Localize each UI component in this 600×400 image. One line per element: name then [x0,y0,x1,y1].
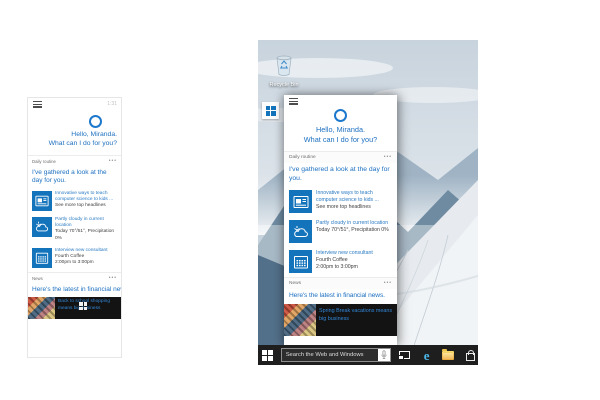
taskbar-search-input[interactable] [281,352,378,358]
card-title: Interview new consultant [316,250,373,257]
recycle-bin-shortcut[interactable]: Recycle Bin [264,54,304,88]
internet-explorer-button[interactable]: e [419,347,435,363]
news-intro-text: Here's the latest in financial news. [289,292,385,300]
news-section-header: News ••• [28,273,121,284]
weather-tile [289,220,312,244]
card-detail: See more top headlines [316,203,371,210]
desktop-screen: Recycle Bin Hello, Miranda. What can I d… [258,40,478,365]
card-detail: Today 70°/51°, Precipitation 0% [55,229,115,241]
news-story-item[interactable]: Spring Break vacations means big busines… [284,303,397,336]
greeting-line1: Hello, Miranda. [315,125,366,135]
daily-routine-header: Daily routine ••• [284,151,397,163]
windows-start-icon[interactable] [79,302,88,311]
daily-card-calendar[interactable]: Interview new consultant Fourth Coffee 2… [284,247,397,277]
microphone-button[interactable] [377,349,390,361]
internet-explorer-icon: e [423,347,430,363]
daily-card-news[interactable]: Innovative ways to teach computer scienc… [28,189,121,215]
folder-icon [442,348,455,360]
start-button[interactable] [258,345,278,365]
greeting-line1: Hello, Miranda. [71,131,117,139]
cortana-circle-icon[interactable] [334,109,347,123]
cortana-greeting: Hello, Miranda. What can I do for you? [284,122,397,151]
greeting-line2: What can I do for you? [303,134,378,144]
card-title: Innovative ways to teach computer scienc… [55,190,114,203]
cortana-circle-icon[interactable] [89,115,102,129]
news-section-header: News ••• [284,278,397,290]
daily-card-news[interactable]: Innovative ways to teach computer scienc… [284,187,397,217]
store-bag-icon [465,349,475,361]
newspaper-icon [293,195,308,208]
news-tile [32,190,52,211]
phone-panel-header: 1:31 [28,98,121,110]
card-title: Partly cloudy in current location [316,220,389,227]
more-options-icon[interactable]: ••• [384,154,392,159]
daily-card-weather[interactable]: Partly cloudy in current location Today … [28,215,121,246]
desktop-cortana-flyout: Hello, Miranda. What can I do for you? D… [284,95,397,345]
news-tile [289,190,312,214]
daily-intro-text: I've gathered a look at the day for you. [289,165,390,182]
cortana-greeting: Hello, Miranda. What can I do for you? [28,128,121,155]
calendar-icon [35,252,49,264]
news-story-item[interactable]: Back to school shopping means big busine… [28,297,121,320]
windows-start-icon [262,349,274,361]
card-detail: Today 70°/51°, Precipitation 0% [316,227,389,234]
flyout-header [284,95,397,107]
windows-app-shortcut[interactable] [262,102,279,119]
screenshot-canvas: 1:31 Hello, Miranda. What can I do for y… [0,0,600,400]
calendar-tile [289,250,312,274]
store-button[interactable] [462,347,478,363]
card-detail: Fourth Coffee [316,257,348,264]
news-intro-text: Here's the latest in financial news. [32,285,121,293]
card-detail: 2:00pm to 3:00pm [55,260,94,266]
daily-intro-text: I've gathered a look at the day for you. [32,168,107,184]
taskbar: e [258,345,478,365]
greeting-line2: What can I do for you? [48,139,117,147]
recycle-bin-label: Recycle Bin [269,82,299,88]
recycle-bin-icon [276,55,292,76]
task-view-icon [398,351,411,360]
daily-routine-label: Daily routine [289,154,316,160]
news-section-label: News [289,281,301,287]
daily-card-weather[interactable]: Partly cloudy in current location Today … [284,217,397,247]
card-detail: See more top headlines [55,203,106,209]
card-title: Partly cloudy in current location [55,216,104,229]
phone-clock: 1:31 [107,101,117,107]
more-options-icon[interactable]: ••• [109,158,117,163]
calendar-icon [293,255,308,269]
menu-icon[interactable] [33,101,42,109]
windows-logo-icon [265,105,276,116]
more-options-icon[interactable]: ••• [384,281,392,286]
partly-cloudy-icon [36,221,49,232]
file-explorer-button[interactable] [440,347,456,363]
news-section-label: News [32,275,43,281]
task-view-button[interactable] [397,347,413,363]
news-headline: Spring Break vacations means big busines… [319,307,393,322]
newspaper-icon [35,195,49,207]
news-thumbnail-image [284,303,316,336]
card-detail: 2:00pm to 3:00pm [316,263,358,270]
weather-tile [32,216,52,237]
calendar-tile [32,247,52,268]
partly-cloudy-icon [293,225,308,237]
daily-routine-label: Daily routine [32,158,56,164]
taskbar-search-box[interactable] [280,348,391,362]
microphone-icon [381,350,387,359]
news-thumbnail-image [28,297,55,320]
more-options-icon[interactable]: ••• [109,275,117,280]
phone-cortana-panel: 1:31 Hello, Miranda. What can I do for y… [27,97,122,358]
news-headline: Back to school shopping means big busine… [58,299,110,311]
menu-icon[interactable] [289,98,298,106]
card-title: Innovative ways to teach computer scienc… [316,190,379,204]
daily-routine-header: Daily routine ••• [28,156,121,167]
daily-card-calendar[interactable]: Interview new consultant Fourth Coffee 2… [28,246,121,272]
